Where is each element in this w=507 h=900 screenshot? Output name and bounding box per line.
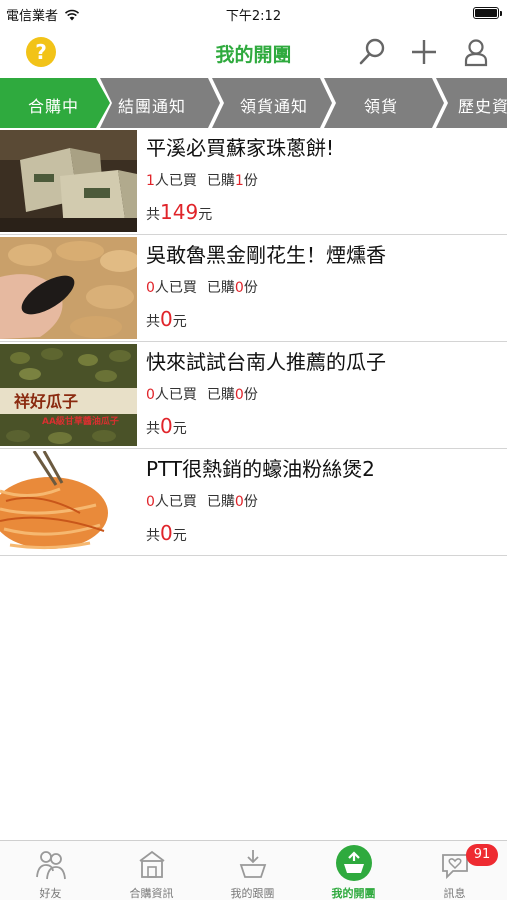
buyer-unit: 人已買	[154, 387, 197, 403]
tab-friends[interactable]: 好友	[0, 841, 101, 900]
unread-badge: 91	[466, 844, 498, 866]
friends-icon	[36, 851, 66, 880]
item-stats: 0人已買 已購0份	[146, 491, 258, 511]
bought-prefix: 已購	[206, 280, 235, 296]
add-icon[interactable]	[408, 36, 440, 68]
step-tab-history[interactable]: 歷史資	[436, 78, 507, 128]
group-buy-list: 平溪必買蘇家珠蔥餅! 1人已買已購1份 共149元 吳敢魯黑金剛花生！煙燻香	[0, 128, 507, 556]
bought-count: 0	[234, 494, 244, 510]
item-thumbnail	[0, 237, 137, 339]
bought-unit: 份	[243, 173, 258, 189]
total-amount: 149	[160, 200, 199, 224]
total-prefix: 共	[146, 207, 160, 223]
item-thumbnail	[0, 451, 137, 553]
item-total: 共0元	[146, 414, 187, 438]
buyer-count: 0	[146, 494, 155, 510]
tab-label: 訊息	[443, 887, 466, 900]
step-tab-closing-notice[interactable]: 結團通知	[100, 78, 222, 128]
basket-download-icon	[239, 850, 267, 878]
tab-my-joined[interactable]: 我的跟團	[202, 841, 303, 900]
item-stats: 0人已買 已購0份	[146, 384, 258, 404]
total-prefix: 共	[146, 421, 160, 437]
item-title: PTT很熱銷的蠔油粉絲煲2	[146, 457, 375, 481]
item-thumbnail	[0, 130, 137, 232]
list-item[interactable]: 平溪必買蘇家珠蔥餅! 1人已買 已購1份 共149元	[0, 128, 507, 235]
item-title: 快來試試台南人推薦的瓜子	[146, 350, 386, 374]
tab-label: 我的跟團	[230, 887, 275, 900]
item-stats: 1人已買 已購1份	[146, 170, 258, 190]
bought-prefix: 已購	[206, 173, 235, 189]
tab-label: 我的開團	[331, 887, 376, 900]
thumb-brand-text: 祥好瓜子	[14, 392, 78, 411]
buyer-unit: 人已買	[154, 494, 197, 510]
basket-upload-icon	[336, 845, 372, 881]
tab-messages[interactable]: 91 訊息	[404, 841, 505, 900]
tab-label: 好友	[39, 887, 62, 900]
total-amount: 0	[160, 414, 173, 438]
step-tab-label: 領貨	[364, 97, 399, 116]
item-thumbnail: 祥好瓜子 AA級甘草醬油瓜子	[0, 344, 137, 446]
item-total: 共0元	[146, 521, 187, 545]
buyer-count: 0	[146, 280, 155, 296]
thumb-sub-text: AA級甘草醬油瓜子	[42, 415, 119, 427]
bought-prefix: 已購	[206, 387, 235, 403]
total-prefix: 共	[146, 314, 160, 330]
tab-label: 合購資訊	[129, 887, 174, 900]
total-prefix: 共	[146, 528, 160, 544]
bought-unit: 份	[243, 280, 258, 296]
bottom-tab-bar: 好友 合購資訊 我的跟團 我的開團 91 訊息	[0, 840, 507, 900]
step-tab-label: 結團通知	[118, 97, 187, 116]
status-step-tabs: 合購中 結團通知 領貨通知 領貨 歷史資	[0, 78, 507, 128]
status-time: 下午2:12	[225, 9, 282, 24]
step-tab-pickup[interactable]: 領貨	[324, 78, 446, 128]
user-icon[interactable]	[460, 36, 492, 68]
total-unit: 元	[172, 314, 187, 330]
buyer-count: 0	[146, 387, 155, 403]
bought-prefix: 已購	[206, 494, 235, 510]
item-total: 共149元	[146, 200, 212, 224]
total-unit: 元	[198, 207, 213, 223]
list-item[interactable]: 祥好瓜子 AA級甘草醬油瓜子 快來試試台南人推薦的瓜子 0人已買 已購0份 共0元	[0, 342, 507, 449]
tab-my-hosted[interactable]: 我的開團	[303, 841, 404, 900]
status-bar: 電信業者 下午2:12	[0, 0, 507, 26]
buyer-unit: 人已買	[154, 280, 197, 296]
list-item[interactable]: PTT很熱銷的蠔油粉絲煲2 0人已買 已購0份 共0元	[0, 449, 507, 556]
list-item[interactable]: 吳敢魯黑金剛花生！煙燻香 0人已買 已購0份 共0元	[0, 235, 507, 342]
store-icon	[139, 850, 165, 878]
bought-count: 1	[234, 173, 244, 189]
total-unit: 元	[172, 528, 187, 544]
total-unit: 元	[172, 421, 187, 437]
tab-group-buy-info[interactable]: 合購資訊	[101, 841, 202, 900]
step-tab-label: 合購中	[28, 97, 80, 116]
nav-bar: ? 我的開團	[0, 26, 507, 78]
item-title: 平溪必買蘇家珠蔥餅!	[146, 136, 335, 160]
total-amount: 0	[160, 307, 173, 331]
total-amount: 0	[160, 521, 173, 545]
bought-unit: 份	[243, 494, 258, 510]
step-tab-label: 歷史資	[458, 97, 507, 116]
buyer-unit: 人已買	[154, 173, 197, 189]
battery-icon	[473, 7, 502, 19]
step-tab-label: 領貨通知	[240, 97, 309, 116]
step-tab-pickup-notice[interactable]: 領貨通知	[212, 78, 334, 128]
step-tab-ongoing[interactable]: 合購中	[0, 78, 112, 128]
bought-count: 0	[234, 387, 244, 403]
item-title: 吳敢魯黑金剛花生！煙燻香	[146, 243, 386, 267]
bought-count: 0	[234, 280, 244, 296]
search-icon[interactable]	[356, 36, 388, 68]
buyer-count: 1	[146, 173, 155, 189]
item-stats: 0人已買 已購0份	[146, 277, 258, 297]
item-total: 共0元	[146, 307, 187, 331]
bought-unit: 份	[243, 387, 258, 403]
